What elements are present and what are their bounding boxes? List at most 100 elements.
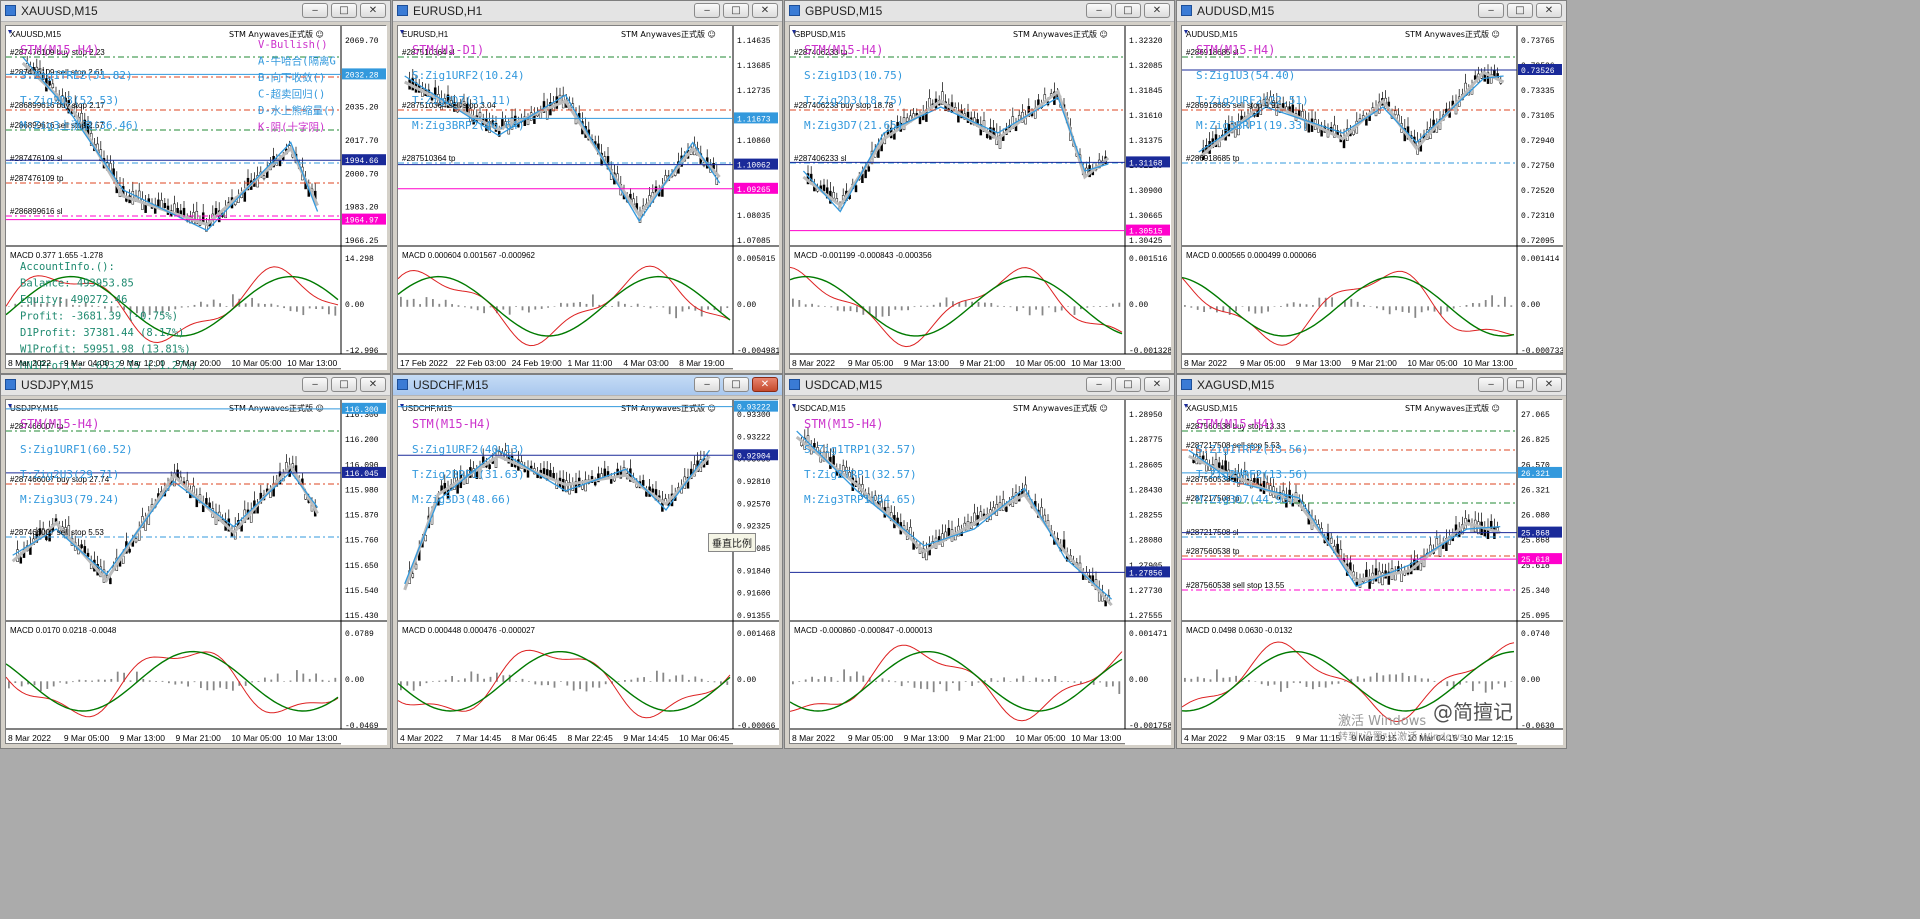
chart-svg[interactable]: 1.28950 1.28775 1.28605 1.28430 1.28255 1.280… (790, 400, 1171, 745)
indicator-name: STM Anywaves正式版 ☺ (621, 403, 716, 413)
candle-body (1419, 563, 1423, 571)
minimize-button[interactable]: ‒ (694, 3, 720, 18)
macd-bar (136, 671, 138, 682)
chart-window-gbpusd-m15[interactable]: GBPUSD,M15 ‒ □ ✕ 1.32320 1.32085 1.31845 1.3161… (784, 0, 1175, 374)
chart-area[interactable]: 2069.702052.702035.202017.702000.701983.… (5, 25, 387, 370)
stm-label: T:Zig2D3(52.53) (20, 94, 119, 107)
chart-window-xauusd-m15[interactable]: XAUUSD,M15‒□✕ 2069.702052.702035.202017.7… (0, 0, 391, 374)
window-titlebar[interactable]: XAUUSD,M15 ‒ □ ✕ (1, 1, 390, 22)
macd-bar (432, 299, 434, 307)
chart-svg[interactable]: 1.146351.136851.127351.117851.108601.098… (398, 26, 779, 370)
minimize-button[interactable]: ‒ (694, 377, 720, 392)
maximize-button[interactable]: □ (723, 377, 749, 392)
scale-label: 1.30900 (1129, 187, 1163, 196)
close-button[interactable]: ✕ (752, 377, 778, 392)
chart-area[interactable]: 116.300 116.200 116.090 115.980 115.870 115.7… (5, 399, 387, 745)
chart-svg[interactable]: 116.300116.200116.090115.980115.870115.7… (6, 400, 387, 745)
candle-body (641, 480, 645, 486)
inner-symbol: USDCAD,M15 (794, 404, 846, 413)
minimize-button[interactable]: ‒ (1478, 377, 1504, 392)
chart-svg[interactable]: 1.32320 1.32085 1.31845 1.31610 1.31375 1.311… (790, 26, 1171, 370)
macd-bar (276, 673, 279, 682)
macd-bar (811, 676, 813, 682)
maximize-button[interactable]: □ (1507, 3, 1533, 18)
macd-bar (984, 680, 986, 682)
window-titlebar[interactable]: EURUSD,H1 ‒ □ ✕ (393, 1, 782, 22)
scale-label: 1.12735 (737, 87, 771, 96)
chart-svg[interactable]: 0.73765 0.73526 0.73335 0.73105 0.72940 0.727… (1182, 26, 1563, 370)
chart-window-audusd-m15[interactable]: AUDUSD,M15 ‒□✕ 0.73765 0.73526 0.73335 0.7310… (1176, 0, 1567, 374)
maximize-button[interactable]: □ (1115, 377, 1141, 392)
chart-area[interactable]: 0.73765 0.73526 0.73335 0.73105 0.72940 0.727… (1181, 25, 1563, 370)
chart-area[interactable]: 1.146351.136851.127351.117851.108601.098… (397, 25, 779, 370)
scale-label: 2000.70 (345, 170, 379, 179)
candle-body (109, 578, 112, 585)
scale-label: 0.73765 (1521, 37, 1555, 46)
signal-label: K-阴(十字阴) (258, 121, 325, 134)
candle-body (19, 557, 23, 564)
indicator-name: STM Anywaves正式版 ☺ (1013, 403, 1108, 413)
maximize-button[interactable]: □ (331, 3, 357, 18)
maximize-button[interactable]: □ (1507, 377, 1533, 392)
macd-bar (1067, 681, 1069, 682)
scale-label: -0.001758 (1129, 722, 1171, 731)
macd-bar (321, 679, 324, 682)
macd-bar (540, 306, 543, 309)
close-button[interactable]: ✕ (752, 3, 778, 18)
close-button[interactable]: ✕ (360, 377, 386, 392)
minimize-button[interactable]: ‒ (302, 377, 328, 392)
chart-window-xagusd-m15[interactable]: XAGUSD,M15 ‒ □ ✕ 27.065 26.825 26.570 26.321 26.… (1176, 374, 1567, 749)
scale-label: 26.825 (1521, 436, 1550, 445)
macd-bar (1484, 300, 1487, 307)
scale-label: 26.080 (1521, 512, 1550, 521)
zigzag-minor (796, 430, 1113, 600)
minimize-button[interactable]: ‒ (1086, 377, 1112, 392)
close-button[interactable]: ✕ (360, 3, 386, 18)
window-titlebar[interactable]: XAGUSD,M15 ‒ □ ✕ (1177, 375, 1566, 396)
macd-bar (1286, 303, 1289, 307)
minimize-button[interactable]: ‒ (302, 3, 328, 18)
close-button[interactable]: ✕ (1536, 377, 1562, 392)
maximize-button[interactable]: □ (331, 377, 357, 392)
close-button[interactable]: ✕ (1144, 377, 1170, 392)
macd-main-line (790, 275, 1123, 337)
close-button[interactable]: ✕ (1144, 3, 1170, 18)
macd-bar (932, 304, 935, 307)
macd-bar (193, 304, 196, 307)
chart-svg[interactable]: 27.06526.82526.57026.32126.08025.86825.6… (1182, 400, 1563, 745)
window-titlebar[interactable]: USDJPY,M15 ‒ □ ✕ (1, 375, 390, 396)
macd-bar (604, 306, 607, 307)
order-label: #287476109 sl (10, 154, 63, 163)
macd-bar (1073, 681, 1076, 683)
macd-bar (1060, 680, 1063, 682)
window-titlebar[interactable]: AUDUSD,M15 ‒ □ ✕ (1177, 1, 1566, 22)
window-titlebar[interactable]: GBPUSD,M15 ‒ □ ✕ (785, 1, 1174, 22)
stm-label: T:Zig2TRP1(32.57) (804, 468, 917, 481)
chart-area[interactable]: 27.065 26.825 26.570 26.321 26.080 25.868 25.6… (1181, 399, 1563, 745)
minimize-button[interactable]: ‒ (1086, 3, 1112, 18)
maximize-button[interactable]: □ (1115, 3, 1141, 18)
window-titlebar[interactable]: USDCHF,M15 ‒ □ ✕ (393, 375, 782, 396)
chart-window-eurusd-h1[interactable]: EURUSD,H1‒□✕ 1.146351.136851.127351.11785… (392, 0, 783, 374)
minimize-button[interactable]: ‒ (1478, 3, 1504, 18)
chart-window-usdcad-m15[interactable]: USDCAD,M15 ‒ □ ✕ 1.28950 1.28775 1.28605 1.2843… (784, 374, 1175, 749)
macd-bar (547, 681, 549, 686)
chart-window-usdchf-m15[interactable]: USDCHF,M15‒□✕ 0.933000.932220.930550.9281… (392, 374, 783, 749)
indicator-name: STM Anywaves正式版 ☺ (1013, 29, 1108, 39)
chart-area[interactable]: 1.32320 1.32085 1.31845 1.31610 1.31375 1.311… (789, 25, 1171, 370)
macd-bar (958, 681, 961, 691)
chart-area[interactable]: 1.28950 1.28775 1.28605 1.28430 1.28255 1.280… (789, 399, 1171, 745)
scale-label: 0.00 (345, 301, 364, 310)
window-titlebar[interactable]: USDCAD,M15 ‒ □ ✕ (785, 375, 1174, 396)
price-axis (1517, 26, 1563, 370)
maximize-button[interactable]: □ (723, 3, 749, 18)
macd-bar (1318, 297, 1321, 307)
scale-label: 1.28775 (1129, 436, 1163, 445)
macd-main-line (398, 275, 731, 337)
chart-svg[interactable]: 2069.702052.702035.202017.702000.701983.… (6, 26, 387, 370)
chart-window-usdjpy-m15[interactable]: USDJPY,M15 ‒ □ ✕ 116.300 116.200 116.090 115.98… (0, 374, 391, 749)
close-button[interactable]: ✕ (1536, 3, 1562, 18)
chart-area[interactable]: 0.933000.932220.930550.928100.925700.923… (397, 399, 779, 745)
macd-bar (694, 676, 697, 682)
chart-svg[interactable]: 0.933000.932220.930550.928100.925700.923… (398, 400, 779, 745)
